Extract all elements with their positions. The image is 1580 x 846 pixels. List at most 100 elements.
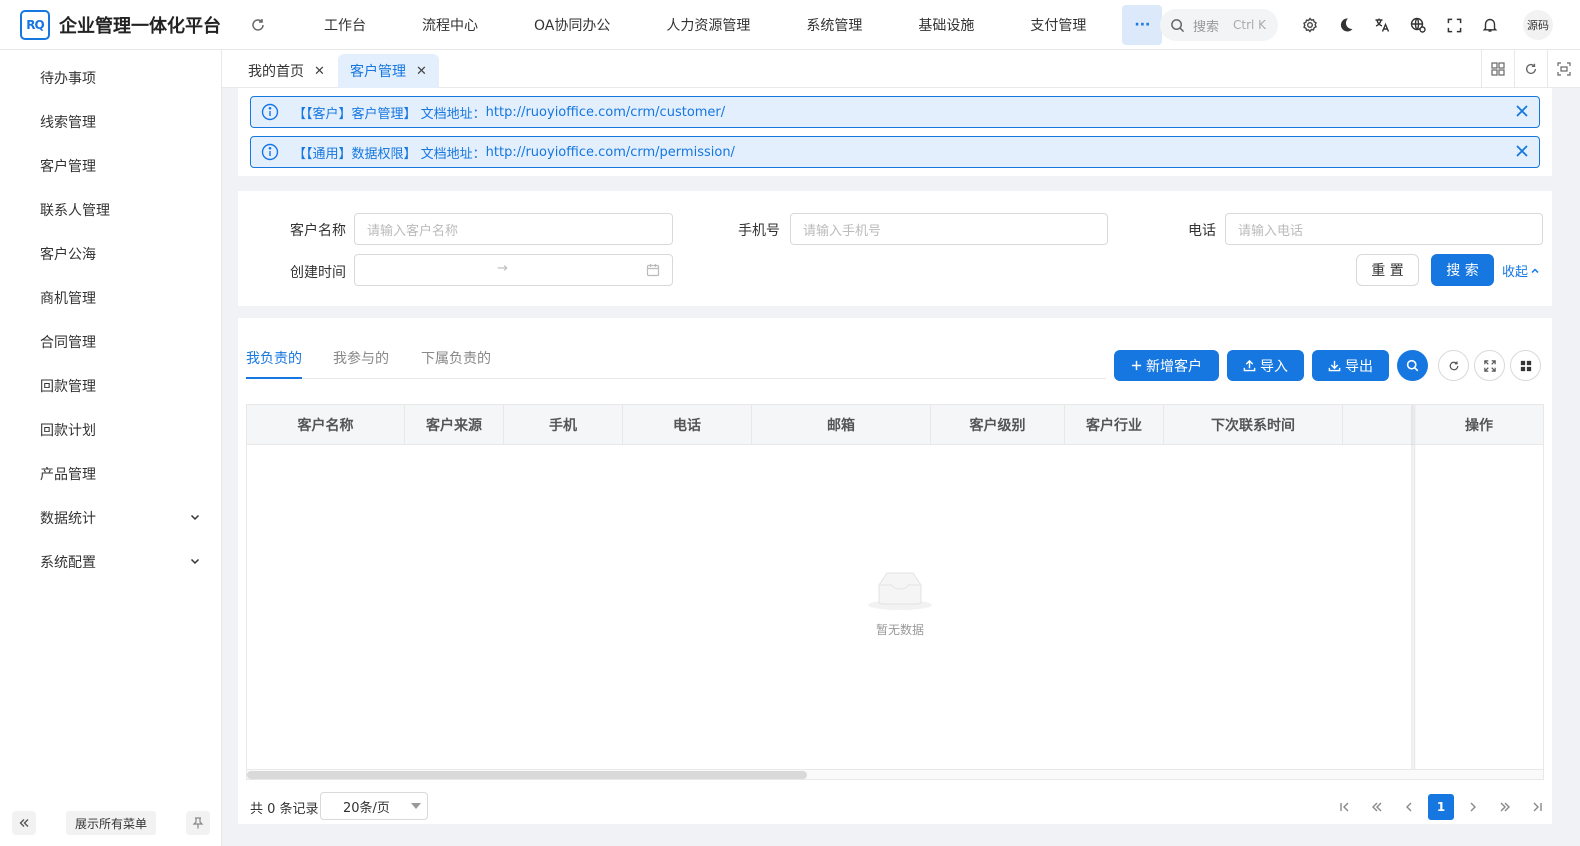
bell-icon[interactable] [1478,13,1502,37]
search-toggle-icon[interactable] [1397,350,1428,381]
column-header[interactable]: 电话 [623,405,752,445]
next-group-icon[interactable] [1492,794,1518,820]
search-button[interactable]: 搜 索 [1431,254,1494,286]
tab-home[interactable]: 我的首页 ✕ [236,54,337,88]
import-button[interactable]: 导入 [1227,350,1304,381]
table-panel: 我负责的 我参与的 下属负责的 新增客户 导入 导出 客户名称 客户来源 手机 … [238,318,1552,824]
plus-icon [1131,360,1142,371]
collapse-label: 收起 [1502,265,1529,280]
screen-icon[interactable] [1547,50,1580,88]
expand-icon[interactable] [1474,350,1505,381]
topnav-item-hr[interactable]: 人力资源管理 [638,0,778,50]
sidebar-item-label: 系统配置 [40,555,96,571]
current-page[interactable]: 1 [1428,794,1454,820]
sidebar-item-business[interactable]: 商机管理 [0,276,221,320]
grid-icon[interactable] [1481,50,1514,88]
sidebar-item-config[interactable]: 系统配置 [0,540,221,584]
collapse-link[interactable]: 收起 [1502,261,1540,280]
last-page-icon[interactable] [1524,794,1550,820]
tab-label: 客户管理 [350,64,406,80]
topnav-item-system[interactable]: 系统管理 [778,0,890,50]
column-header[interactable]: 下次联系时间 [1164,405,1343,445]
create-time-range[interactable]: → [354,254,673,286]
column-header[interactable]: 客户级别 [931,405,1065,445]
translate-icon[interactable] [1370,13,1394,37]
sidebar-item-receivable[interactable]: 回款管理 [0,364,221,408]
alert-link[interactable]: http://ruoyioffice.com/crm/customer/ [486,105,726,120]
close-icon[interactable]: ✕ [416,64,427,79]
scrollbar-thumb[interactable] [247,771,807,779]
column-header[interactable]: 客户名称 [247,405,405,445]
top-icon-group [1298,13,1514,37]
subtab-participated[interactable]: 我参与的 [333,348,389,368]
alert-customer-doc: 【【客户】客户管理】 文档地址： http://ruoyioffice.com/… [250,96,1540,128]
prev-page-icon[interactable] [1396,794,1422,820]
mobile-input[interactable]: 请输入手机号 [790,213,1108,245]
sidebar-item-pool[interactable]: 客户公海 [0,232,221,276]
sidebar-item-contract[interactable]: 合同管理 [0,320,221,364]
export-button[interactable]: 导出 [1312,350,1389,381]
sidebar-item-statistics[interactable]: 数据统计 [0,496,221,540]
column-header[interactable]: 客户行业 [1065,405,1164,445]
gear-icon[interactable] [1298,13,1322,37]
next-page-icon[interactable] [1460,794,1486,820]
topnav-item-workbench[interactable]: 工作台 [296,0,394,50]
sidebar-item-customer[interactable]: 客户管理 [0,144,221,188]
phone-input[interactable]: 请输入电话 [1225,213,1543,245]
add-customer-button[interactable]: 新增客户 [1114,350,1219,381]
refresh-icon[interactable] [247,14,269,36]
app-logo[interactable]: RQ 企业管理一体化平台 [20,9,230,40]
close-icon[interactable]: ✕ [314,64,325,79]
empty-box-icon [867,572,933,615]
topnav-item-infra[interactable]: 基础设施 [890,0,1002,50]
tabs-bar: 我的首页 ✕ 客户管理 ✕ [222,50,1580,88]
add-customer-label: 新增客户 [1146,358,1202,375]
alert-text: 【【通用】数据权限】 文档地址： [293,146,486,162]
alert-link[interactable]: http://ruoyioffice.com/crm/permission/ [486,145,735,160]
subtab-mine[interactable]: 我负责的 [246,348,302,368]
pin-icon[interactable] [186,811,211,835]
alert-permission-doc: 【【通用】数据权限】 文档地址： http://ruoyioffice.com/… [250,136,1540,168]
column-header[interactable]: 客户来源 [405,405,504,445]
column-header[interactable]: 邮箱 [752,405,931,445]
column-header[interactable]: 操作 [1415,405,1543,445]
avatar[interactable]: 源码 [1523,10,1553,40]
column-settings-icon[interactable] [1510,350,1541,381]
global-search[interactable]: 搜索 Ctrl K [1160,9,1278,41]
topnav-item-process[interactable]: 流程中心 [394,0,506,50]
close-icon[interactable] [1515,144,1529,162]
horizontal-scrollbar[interactable] [247,769,1543,779]
show-all-menu-button[interactable]: 展示所有菜单 [66,811,157,835]
first-page-icon[interactable] [1332,794,1358,820]
topnav-item-pay[interactable]: 支付管理 [1002,0,1114,50]
chevron-up-icon [1530,266,1540,276]
globe-icon[interactable] [1406,13,1430,37]
close-icon[interactable] [1515,104,1529,122]
sidebar-item-contact[interactable]: 联系人管理 [0,188,221,232]
pagination-total: 共 0 条记录 [250,802,319,817]
sidebar-item-clue[interactable]: 线索管理 [0,100,221,144]
import-label: 导入 [1260,358,1288,375]
page-size-select[interactable]: 20条/页 [320,792,428,820]
sidebar-item-todo[interactable]: 待办事项 [0,56,221,100]
sidebar: 待办事项 线索管理 客户管理 联系人管理 客户公海 商机管理 合同管理 回款管理… [0,50,222,846]
prev-group-icon[interactable] [1364,794,1390,820]
fixed-column-divider [1414,405,1415,769]
reset-button[interactable]: 重 置 [1356,254,1419,286]
alert-text: 【【客户】客户管理】 文档地址： [293,106,486,122]
topnav-item-oa[interactable]: OA协同办公 [506,0,638,50]
moon-icon[interactable] [1334,13,1358,37]
refresh-icon[interactable] [1514,50,1547,88]
customer-name-input[interactable]: 请输入客户名称 [354,213,673,245]
column-header[interactable]: 手机 [504,405,623,445]
tab-customer[interactable]: 客户管理 ✕ [338,54,439,88]
refresh-icon[interactable] [1438,350,1469,381]
fullscreen-icon[interactable] [1442,13,1466,37]
sidebar-item-receivable-plan[interactable]: 回款计划 [0,408,221,452]
more-menu-button[interactable]: ··· [1122,4,1163,45]
range-separator: → [497,261,508,276]
subtab-divider [246,378,1106,379]
sidebar-item-product[interactable]: 产品管理 [0,452,221,496]
collapse-sidebar-icon[interactable] [12,811,36,835]
subtab-subordinate[interactable]: 下属负责的 [421,348,491,368]
